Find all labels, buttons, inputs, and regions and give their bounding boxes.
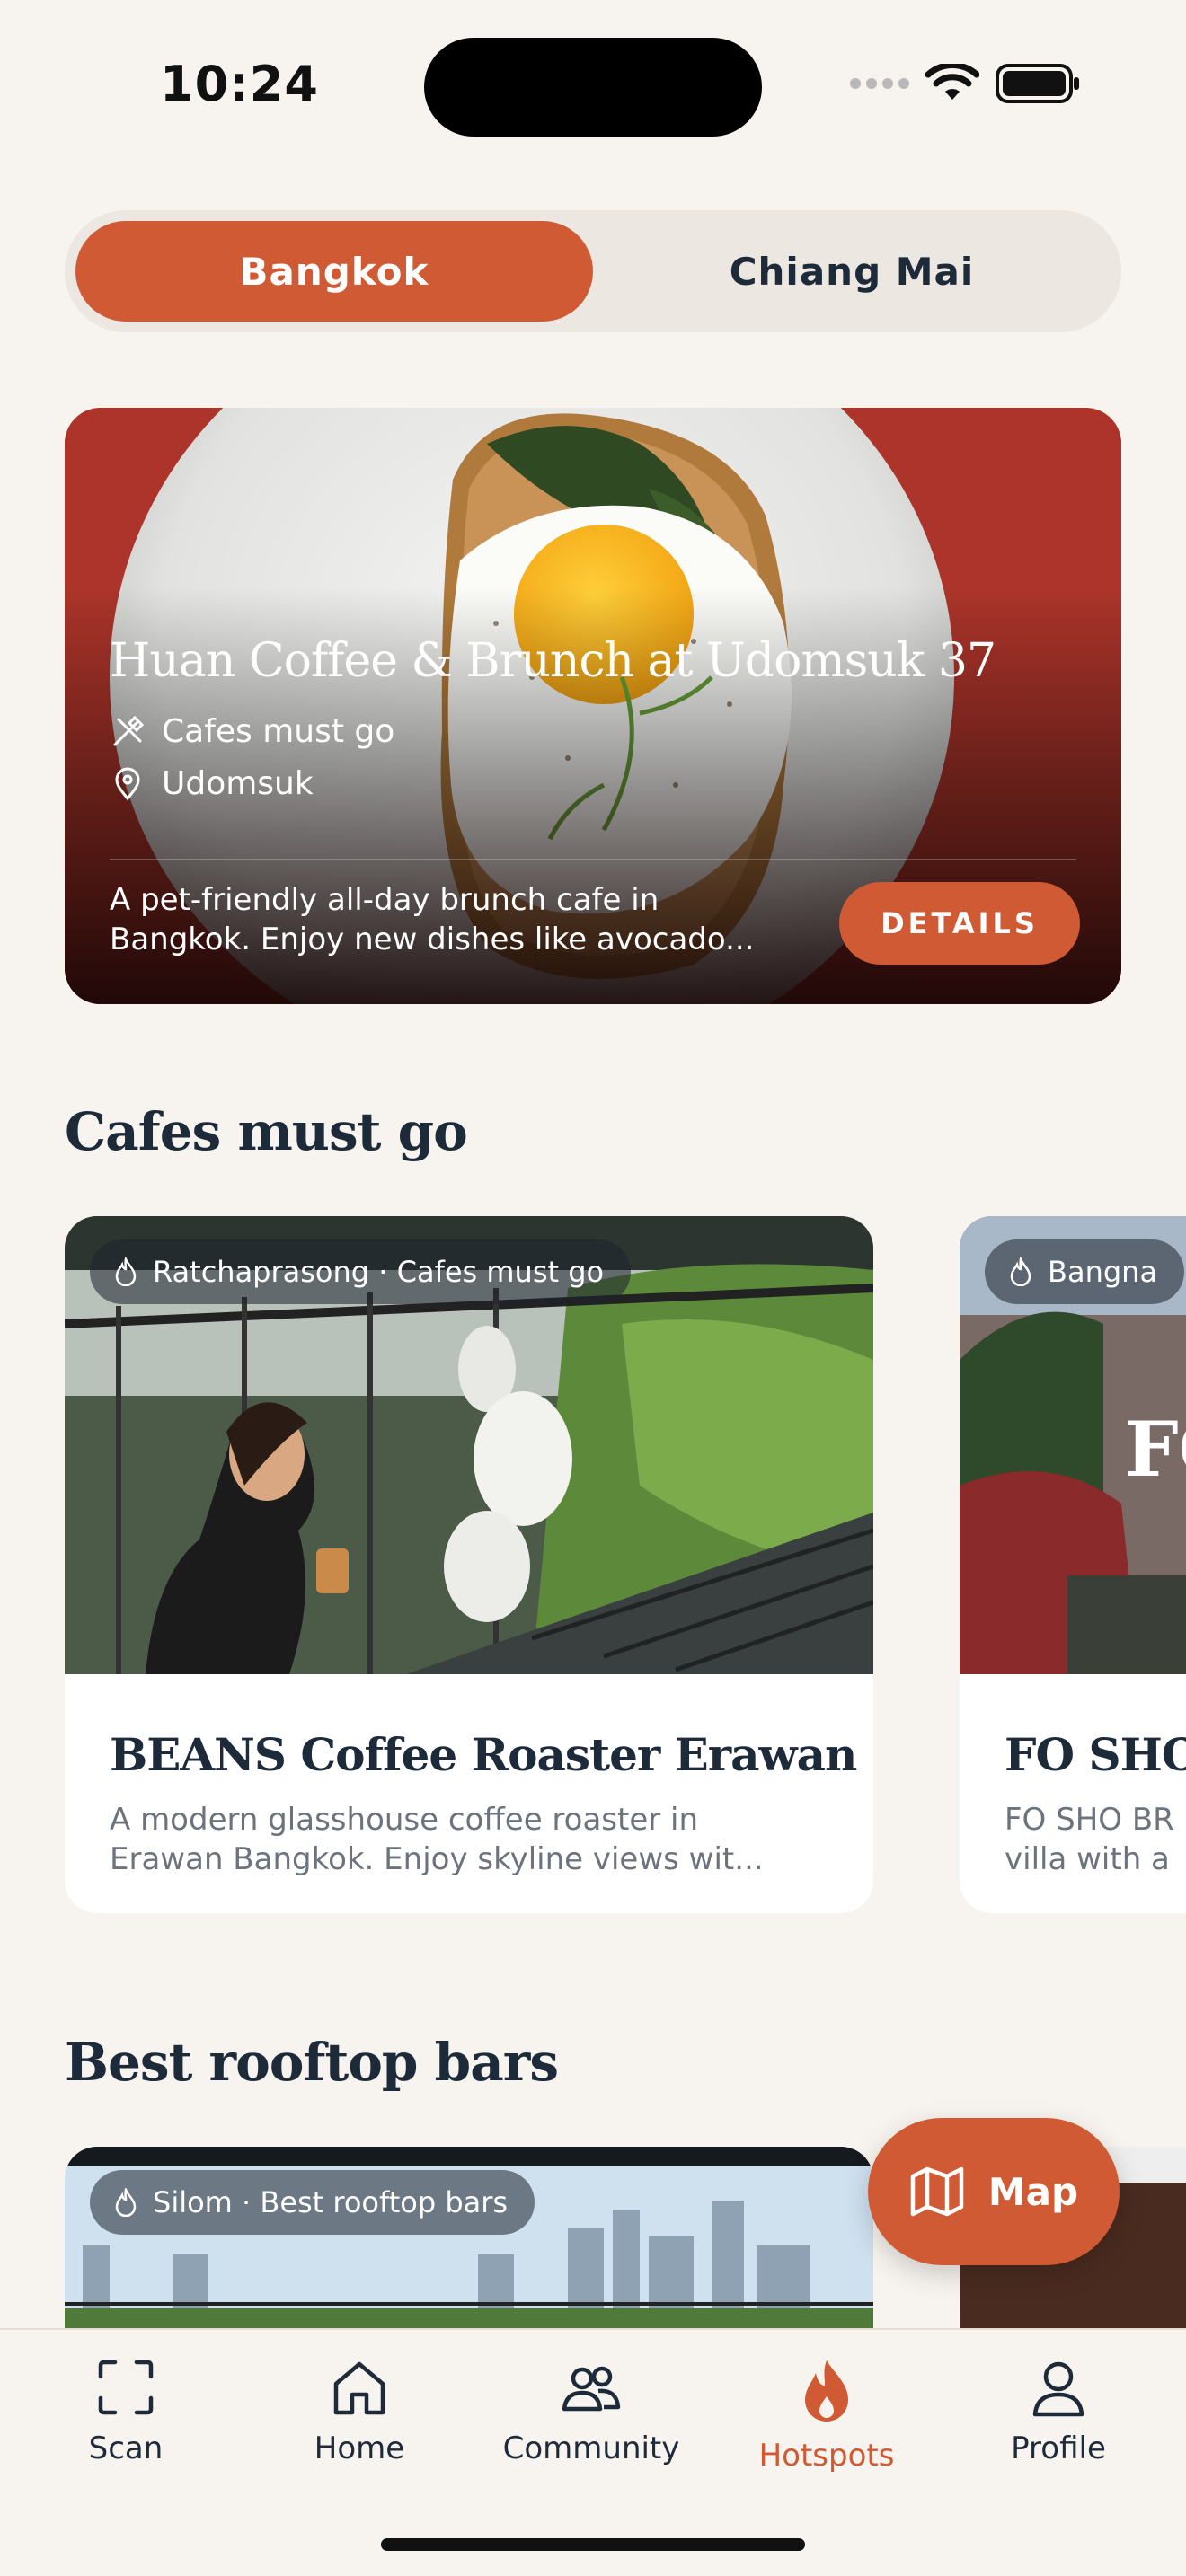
hotspots-screen: 10:24 Bangkok Chiang Mai Huan Coffee & B… (0, 0, 1186, 2576)
hero-category: Cafes must go (110, 713, 394, 750)
scan-icon (98, 2360, 154, 2415)
utensils-icon (113, 715, 145, 745)
section-title-cafes: Cafes must go (65, 1101, 468, 1162)
card-badge: Bangna (985, 1239, 1185, 1304)
flame-icon (1010, 1257, 1031, 1286)
nav-profile[interactable]: Profile (960, 2357, 1157, 2466)
battery-icon (996, 64, 1079, 103)
map-icon (910, 2166, 964, 2217)
profile-icon (1032, 2361, 1084, 2417)
map-button-label: Map (987, 2169, 1079, 2214)
home-icon (333, 2361, 385, 2415)
cellular-signal-icon (850, 78, 909, 89)
hero-description: A pet-friendly all-day brunch cafe in Ba… (110, 882, 755, 957)
city-toggle: Bangkok Chiang Mai (65, 210, 1121, 332)
status-icons (850, 63, 1082, 104)
nav-community[interactable]: Community (492, 2357, 690, 2466)
featured-hero-card[interactable]: Huan Coffee & Brunch at Udomsuk 37 Cafes… (65, 408, 1121, 1004)
card-badge: Ratchaprasong · Cafes must go (90, 1239, 632, 1304)
hero-location-label: Udomsuk (162, 765, 314, 802)
hero-title: Huan Coffee & Brunch at Udomsuk 37 (110, 634, 996, 688)
nav-scan[interactable]: Scan (27, 2357, 225, 2466)
tab-chiang-mai[interactable]: Chiang Mai (593, 221, 1111, 322)
home-indicator[interactable] (381, 2538, 805, 2551)
wifi-icon (925, 64, 979, 100)
card-title: BEANS Coffee Roaster Erawan (110, 1728, 857, 1781)
hero-location: Udomsuk (110, 765, 314, 802)
location-pin-icon (115, 767, 140, 800)
dynamic-island (424, 38, 762, 137)
nav-home[interactable]: Home (261, 2357, 458, 2466)
details-button[interactable]: DETAILS (839, 882, 1080, 965)
card-description: A modern glasshouse coffee roaster in Er… (110, 1802, 764, 1877)
card-title: FO SHO (1005, 1728, 1186, 1781)
flame-icon (115, 1257, 137, 1286)
tab-bangkok[interactable]: Bangkok (75, 221, 593, 322)
section-title-rooftop: Best rooftop bars (65, 2032, 559, 2093)
community-icon (562, 2366, 621, 2412)
card-image-text: FO (1125, 1405, 1186, 1494)
place-card[interactable]: FO Bangna FO SHO FO SHO BR villa with a (960, 1216, 1186, 1913)
flame-icon (115, 2188, 137, 2217)
hero-divider (110, 859, 1076, 860)
card-description: FO SHO BR villa with a (1005, 1802, 1174, 1877)
card-badge: Silom · Best rooftop bars (90, 2170, 535, 2235)
status-time: 10:24 (160, 56, 319, 112)
map-button[interactable]: Map (868, 2118, 1120, 2265)
nav-hotspots[interactable]: Hotspots (728, 2357, 925, 2474)
hero-category-label: Cafes must go (162, 713, 395, 750)
flame-icon (805, 2360, 848, 2422)
place-card[interactable]: Ratchaprasong · Cafes must go BEANS Coff… (65, 1216, 873, 1913)
